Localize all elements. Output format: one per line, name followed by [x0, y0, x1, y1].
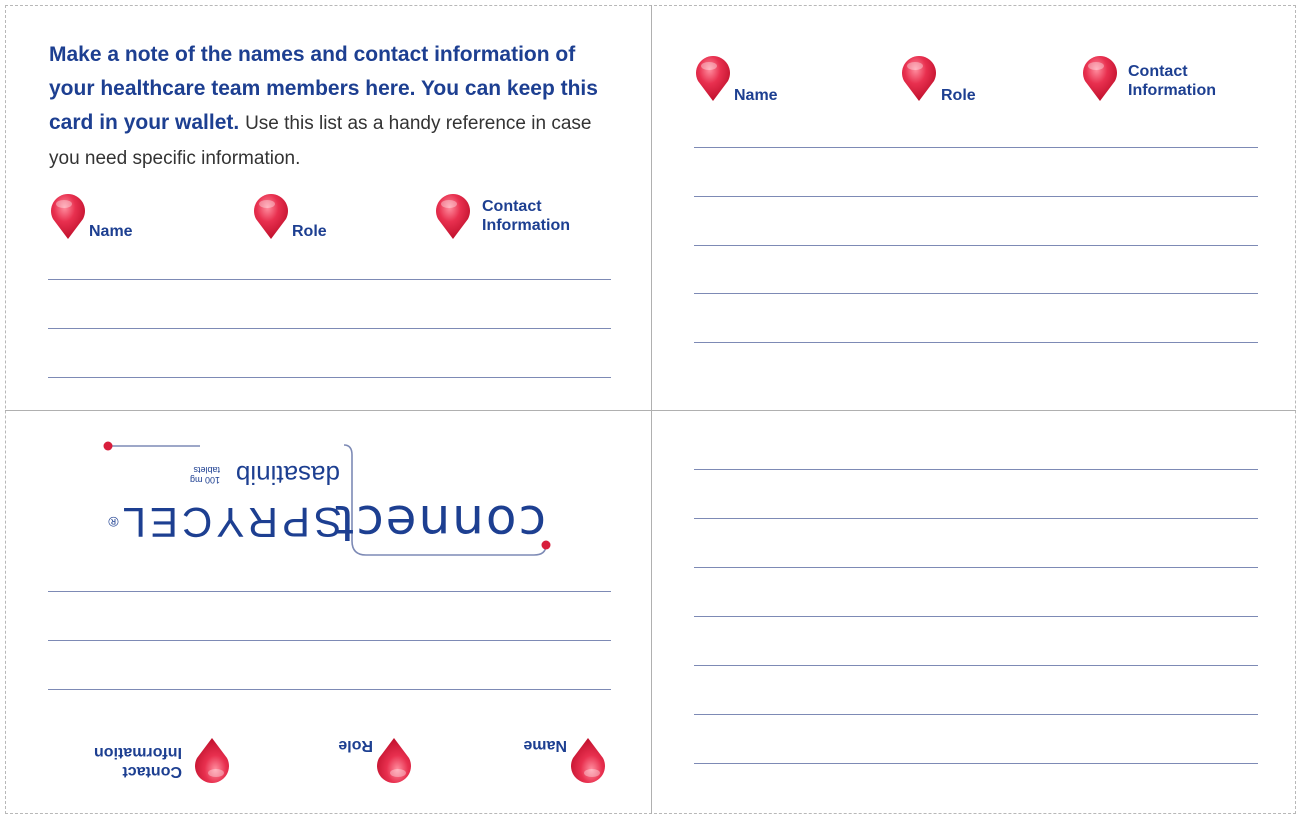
- map-pin-icon: [193, 738, 231, 784]
- logo-brand-text: SPRYCEL®: [104, 499, 342, 546]
- sprycel-connect-logo: connect SPRYCEL® dasatinib 100 mg tablets: [96, 439, 556, 559]
- logo-dose-text: 100 mg tablets: [189, 465, 220, 485]
- write-line[interactable]: [48, 591, 611, 592]
- column-name-label: Name: [523, 737, 567, 754]
- bottom-left-panel-rotated: Name Role Contact Information connect SPR…: [0, 0, 1301, 819]
- write-line[interactable]: [48, 640, 611, 641]
- column-role-label: Role: [338, 737, 373, 754]
- map-pin-icon: [569, 738, 607, 784]
- logo-connect-text: connect: [332, 494, 546, 552]
- map-pin-icon: [375, 738, 413, 784]
- logo-generic-text: dasatinib: [235, 460, 340, 490]
- write-line[interactable]: [48, 689, 611, 690]
- column-contact-label: Contact Information: [94, 744, 182, 780]
